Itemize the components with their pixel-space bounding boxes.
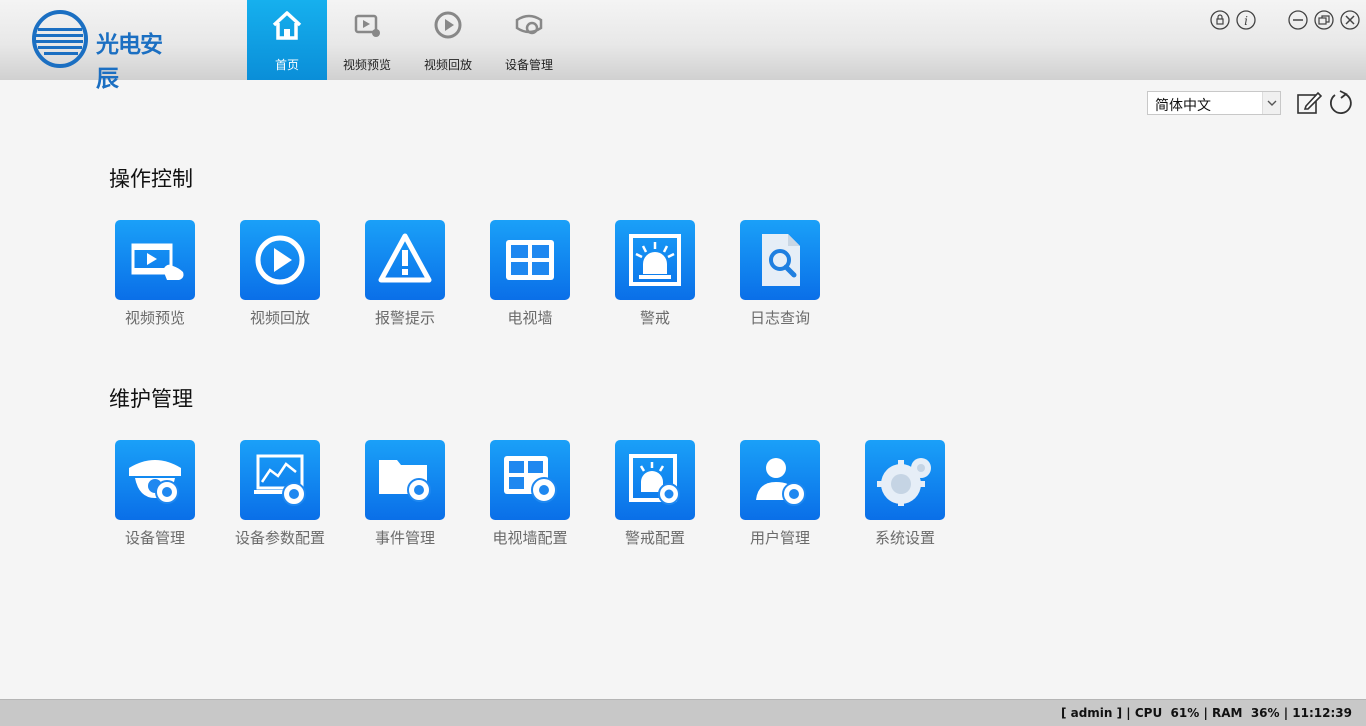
tv-wall-config-icon <box>504 456 557 503</box>
tv-wall-icon <box>506 240 554 280</box>
video-preview-icon <box>354 14 380 37</box>
alert-config-icon <box>629 454 680 505</box>
info-icon[interactable]: i <box>1236 10 1256 30</box>
tile-tv-wall[interactable]: 电视墙 <box>480 220 580 330</box>
tab-video-preview[interactable]: 视频预览 <box>327 0 407 80</box>
tile-alert[interactable]: 警戒 <box>605 220 705 330</box>
tile-label: 电视墙配置 <box>492 529 568 547</box>
tile-label: 视频预览 <box>124 309 185 327</box>
tile-log-search[interactable]: 日志查询 <box>730 220 830 330</box>
tile-label: 系统设置 <box>874 529 935 547</box>
alert-light-icon <box>629 234 681 286</box>
tile-user-management[interactable]: 用户管理 <box>730 440 830 550</box>
tile-alarm-warning[interactable]: 报警提示 <box>355 220 455 330</box>
user-management-icon <box>756 458 806 506</box>
section-title-operation: 操作控制 <box>109 167 193 191</box>
event-folder-icon <box>379 460 431 502</box>
tile-label: 用户管理 <box>749 529 810 547</box>
tab-playback[interactable]: 视频回放 <box>408 0 488 80</box>
tab-device-management[interactable]: 设备管理 <box>489 0 569 80</box>
alarm-warning-icon <box>378 233 432 283</box>
tile-label: 设备参数配置 <box>234 529 325 547</box>
logo-text: 光电安辰 <box>96 32 163 92</box>
tile-label: 视频回放 <box>249 309 310 327</box>
status-bar: [ admin ] | CPU 61% | RAM 36% | 11:12:39 <box>0 699 1366 726</box>
tile-system-settings[interactable]: 系统设置 <box>855 440 955 550</box>
tile-alert-config[interactable]: 警戒配置 <box>605 440 705 550</box>
edit-icon[interactable] <box>1296 90 1322 116</box>
tile-label: 警戒 <box>639 309 670 327</box>
tile-device-management[interactable]: 设备管理 <box>105 440 205 550</box>
title-bar: 光电安辰 首页 视频预览 视频回放 设备管理 i <box>0 0 1366 92</box>
close-icon[interactable] <box>1340 10 1360 30</box>
restore-icon[interactable] <box>1314 10 1334 30</box>
language-select[interactable]: 简体中文 <box>1147 91 1281 115</box>
home-icon <box>272 11 302 40</box>
log-search-icon <box>762 234 800 286</box>
tile-label: 设备管理 <box>124 529 185 547</box>
playback-icon <box>434 11 462 39</box>
playback-icon <box>255 235 305 285</box>
tab-home[interactable]: 首页 <box>247 0 327 80</box>
chevron-down-icon[interactable] <box>1262 92 1280 114</box>
tab-playback-label: 视频回放 <box>423 58 472 72</box>
device-params-icon <box>254 454 306 506</box>
tile-video-playback[interactable]: 视频回放 <box>230 220 330 330</box>
section-title-maintenance: 维护管理 <box>109 387 193 411</box>
video-preview-icon <box>131 243 184 280</box>
tile-tv-wall-config[interactable]: 电视墙配置 <box>480 440 580 550</box>
tile-video-preview[interactable]: 视频预览 <box>105 220 205 330</box>
tab-video-preview-label: 视频预览 <box>342 58 391 72</box>
system-settings-icon <box>877 458 931 506</box>
tile-label: 事件管理 <box>374 529 435 547</box>
device-management-icon <box>515 14 543 35</box>
tile-label: 电视墙 <box>507 309 553 327</box>
tab-home-label: 首页 <box>274 58 299 72</box>
language-selected-value: 简体中文 <box>1155 98 1211 114</box>
tab-device-management-label: 设备管理 <box>504 58 553 72</box>
lock-icon[interactable] <box>1210 10 1230 30</box>
company-logo: 光电安辰 <box>30 8 180 92</box>
status-text: [ admin ] | CPU 61% | RAM 36% | 11:12:39 <box>1060 706 1352 720</box>
camera-gear-icon <box>129 460 181 504</box>
minimize-icon[interactable] <box>1288 10 1308 30</box>
tile-label: 日志查询 <box>749 309 810 327</box>
refresh-icon[interactable] <box>1326 89 1354 117</box>
tile-label: 报警提示 <box>374 309 435 327</box>
tile-label: 警戒配置 <box>624 529 685 547</box>
svg-text:i: i <box>1244 14 1248 28</box>
tile-event-management[interactable]: 事件管理 <box>355 440 455 550</box>
tile-device-params[interactable]: 设备参数配置 <box>230 440 330 550</box>
